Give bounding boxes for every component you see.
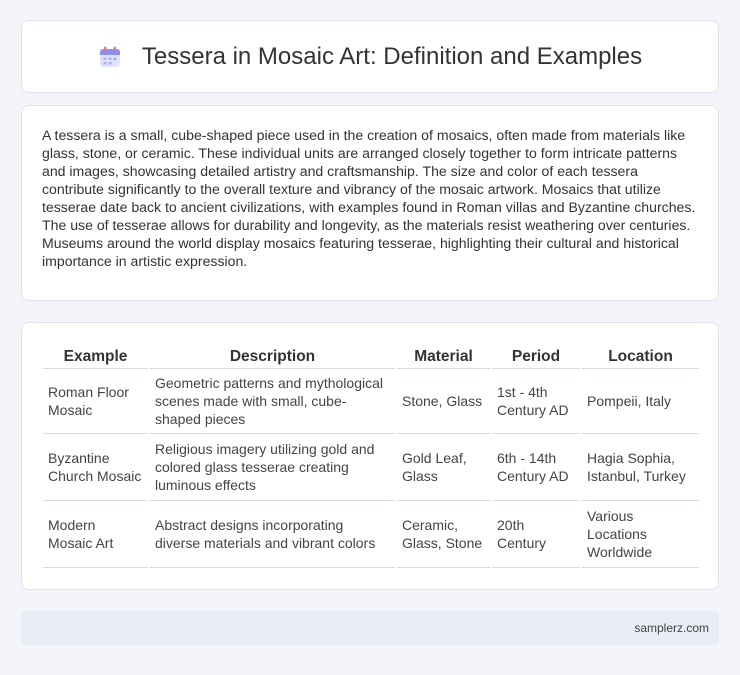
cell-example: Roman Floor Mosaic xyxy=(43,368,148,434)
cell-example: Byzantine Church Mosaic xyxy=(43,434,148,501)
examples-table-card: Example Description Material Period Loca… xyxy=(21,322,719,590)
cell-description: Abstract designs incorporating diverse m… xyxy=(150,501,395,568)
cell-location: Various Locations Worldwide xyxy=(582,501,699,568)
table-row: Byzantine Church Mosaic Religious imager… xyxy=(43,434,699,501)
page-title: Tessera in Mosaic Art: Definition and Ex… xyxy=(141,42,643,70)
cell-description: Geometric patterns and mythological scen… xyxy=(150,368,395,434)
cell-location: Pompeii, Italy xyxy=(582,368,699,434)
footer-bar: samplerz.com xyxy=(21,611,719,645)
column-header-material: Material xyxy=(414,347,473,365)
column-header-example: Example xyxy=(63,347,128,365)
cell-period: 1st - 4th Century AD xyxy=(492,368,580,434)
cell-period: 20th Century xyxy=(492,501,580,568)
table-row: Roman Floor Mosaic Geometric patterns an… xyxy=(43,368,699,434)
intro-paragraph: A tessera is a small, cube-shaped piece … xyxy=(42,127,696,269)
header-card: Tessera in Mosaic Art: Definition and Ex… xyxy=(21,20,719,93)
footer-site-link[interactable]: samplerz.com xyxy=(634,621,709,635)
column-header-period: Period xyxy=(511,347,561,365)
cell-period: 6th - 14th Century AD xyxy=(492,434,580,501)
examples-table: Example Description Material Period Loca… xyxy=(41,343,701,568)
cell-example: Modern Mosaic Art xyxy=(43,501,148,568)
header-title-group: Tessera in Mosaic Art: Definition and Ex… xyxy=(98,43,642,71)
cell-material: Stone, Glass xyxy=(397,368,490,434)
calendar-icon xyxy=(99,46,120,67)
table-header-row: Example Description Material Period Loca… xyxy=(43,343,699,368)
cell-material: Gold Leaf, Glass xyxy=(397,434,490,501)
column-header-description: Description xyxy=(229,347,316,365)
table-row: Modern Mosaic Art Abstract designs incor… xyxy=(43,501,699,568)
cell-material: Ceramic, Glass, Stone xyxy=(397,501,490,568)
intro-card: A tessera is a small, cube-shaped piece … xyxy=(21,105,719,301)
cell-description: Religious imagery utilizing gold and col… xyxy=(150,434,395,501)
cell-location: Hagia Sophia, Istanbul, Turkey xyxy=(582,434,699,501)
column-header-location: Location xyxy=(608,347,673,365)
